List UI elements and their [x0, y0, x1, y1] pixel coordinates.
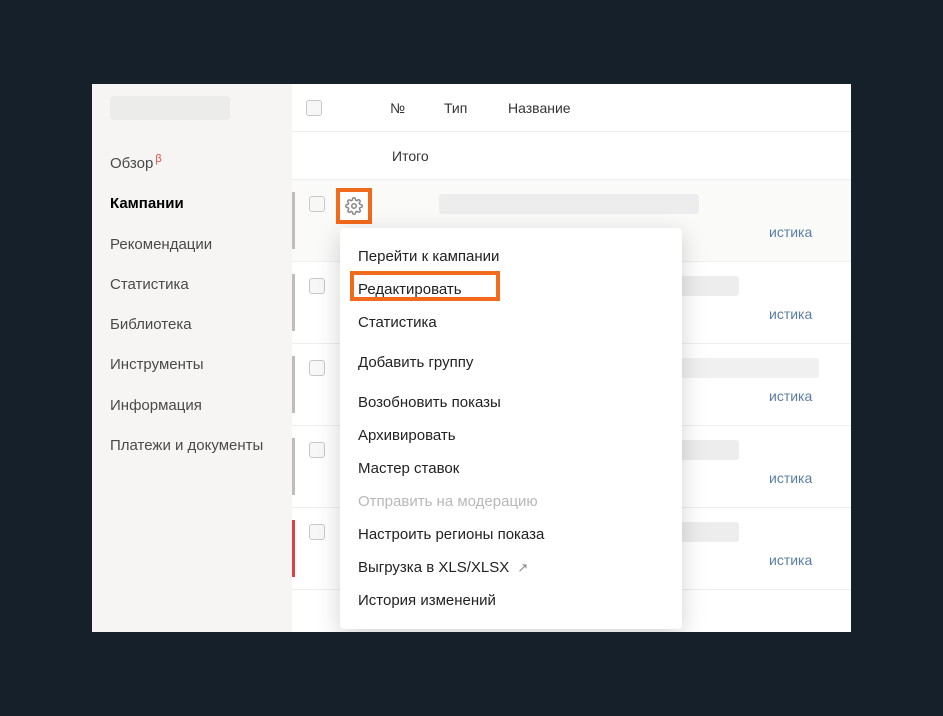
- sidebar-item-overview[interactable]: Обзорβ: [92, 142, 292, 184]
- stats-link-partial[interactable]: истика: [769, 470, 851, 486]
- row-checkbox[interactable]: [309, 360, 325, 376]
- sidebar-item-label: Инструменты: [110, 356, 204, 373]
- campaign-row: истика Перейти к кампании Редактировать …: [292, 180, 851, 262]
- sidebar-item-library[interactable]: Библиотека: [92, 305, 292, 345]
- context-menu: Перейти к кампании Редактировать Статист…: [340, 228, 682, 629]
- menu-item-regions[interactable]: Настроить регионы показа: [340, 518, 682, 551]
- row-checkbox[interactable]: [309, 196, 325, 212]
- sidebar-item-label: Рекомендации: [110, 236, 212, 253]
- menu-item-resume[interactable]: Возобновить показы: [340, 386, 682, 419]
- header-number[interactable]: №: [380, 100, 444, 116]
- summary-label: Итого: [380, 148, 429, 164]
- sidebar-item-label: Библиотека: [110, 316, 192, 333]
- external-link-icon: ↗: [517, 560, 528, 575]
- sidebar-item-campaigns[interactable]: Кампании: [92, 184, 292, 224]
- sidebar-item-label: Статистика: [110, 276, 189, 293]
- menu-item-export-xls[interactable]: Выгрузка в XLS/XLSX ↗: [340, 551, 682, 584]
- row-checkbox[interactable]: [309, 278, 325, 294]
- menu-item-history[interactable]: История изменений: [340, 584, 682, 617]
- header-type[interactable]: Тип: [444, 100, 508, 116]
- gear-icon: [345, 197, 363, 215]
- select-all-checkbox[interactable]: [306, 100, 322, 116]
- sidebar: Обзорβ Кампании Рекомендации Статистика …: [92, 84, 292, 632]
- sidebar-item-label: Платежи и документы: [110, 437, 263, 454]
- stats-link-partial[interactable]: истика: [769, 552, 851, 568]
- app-frame: Обзорβ Кампании Рекомендации Статистика …: [92, 84, 851, 632]
- row-checkbox[interactable]: [309, 442, 325, 458]
- sidebar-item-label: Кампании: [110, 195, 184, 212]
- sidebar-item-label: Информация: [110, 397, 202, 414]
- menu-item-bid-master[interactable]: Мастер ставок: [340, 452, 682, 485]
- header-name[interactable]: Название: [508, 100, 851, 116]
- row-checkbox[interactable]: [309, 524, 325, 540]
- stats-link-partial[interactable]: истика: [769, 388, 851, 404]
- logo-placeholder: [110, 96, 230, 120]
- summary-row: Итого: [292, 132, 851, 180]
- campaign-title-placeholder: [439, 194, 699, 214]
- stats-link-partial[interactable]: истика: [769, 306, 851, 322]
- menu-item-add-group[interactable]: Добавить группу: [340, 346, 682, 379]
- stats-link-partial[interactable]: истика: [769, 224, 851, 240]
- menu-item-archive[interactable]: Архивировать: [340, 419, 682, 452]
- sidebar-item-information[interactable]: Информация: [92, 386, 292, 426]
- menu-item-send-moderation: Отправить на модерацию: [340, 485, 682, 518]
- menu-item-edit[interactable]: Редактировать: [340, 273, 682, 306]
- sidebar-item-statistics[interactable]: Статистика: [92, 265, 292, 305]
- gear-button-highlighted[interactable]: [336, 188, 372, 224]
- sidebar-item-recommendations[interactable]: Рекомендации: [92, 225, 292, 265]
- sidebar-item-tools[interactable]: Инструменты: [92, 345, 292, 385]
- sidebar-item-label: Обзор: [110, 155, 153, 172]
- main-content: № Тип Название Итого истика: [292, 84, 851, 632]
- beta-badge: β: [155, 153, 161, 165]
- header-checkbox-col: [292, 100, 336, 116]
- table-header-row: № Тип Название: [292, 84, 851, 132]
- menu-item-goto-campaign[interactable]: Перейти к кампании: [340, 240, 682, 273]
- menu-item-statistics[interactable]: Статистика: [340, 306, 682, 339]
- sidebar-item-payments[interactable]: Платежи и документы: [92, 426, 292, 466]
